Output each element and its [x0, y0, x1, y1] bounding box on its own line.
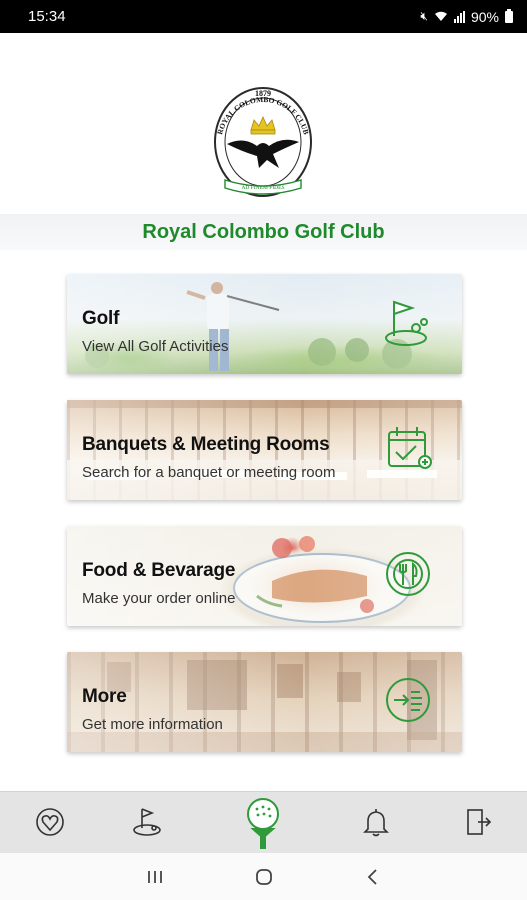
golf-card-title: Golf — [82, 308, 120, 329]
banquets-card-title: Banquets & Meeting Rooms — [82, 434, 330, 455]
svg-text:AD FINEM FIDES: AD FINEM FIDES — [241, 185, 284, 191]
golf-card[interactable]: Golf View All Golf Activities — [67, 274, 462, 374]
back-icon[interactable] — [358, 862, 388, 892]
club-logo: 1879 ROYAL COLOMBO GOLF CLUB AD FINEM FI… — [207, 82, 319, 200]
battery-level: 90% — [470, 8, 499, 25]
banquets-card[interactable]: Banquets & Meeting Rooms Search for a ba… — [67, 400, 462, 500]
food-card-subtitle: Make your order online — [82, 590, 236, 607]
page-title: Royal Colombo Golf Club — [142, 220, 385, 243]
status-icons: 🔇︎ 90% — [420, 8, 513, 25]
mute-icon: 🔇︎ — [420, 9, 428, 23]
food-card-title: Food & Bevarage — [82, 560, 236, 581]
banquets-card-subtitle: Search for a banquet or meeting room — [82, 464, 336, 481]
golf-ball-tee-icon[interactable] — [244, 798, 282, 850]
signal-icon — [453, 10, 465, 23]
food-card[interactable]: Food & Bevarage Make your order online — [67, 526, 462, 626]
club-title-band: Royal Colombo Golf Club — [0, 214, 527, 250]
more-card-title: More — [82, 686, 127, 707]
heart-badge-icon[interactable] — [34, 806, 66, 838]
home-icon[interactable] — [249, 862, 279, 892]
golf-putt-icon[interactable] — [132, 806, 164, 838]
wifi-icon — [434, 9, 448, 25]
golf-card-subtitle: View All Golf Activities — [82, 338, 229, 355]
bell-icon[interactable] — [360, 806, 392, 838]
status-bar: 15:34 🔇︎ 90% — [0, 0, 527, 33]
recent-apps-icon[interactable] — [140, 862, 170, 892]
logout-icon[interactable] — [462, 806, 494, 838]
menu-arrow-icon — [384, 674, 434, 726]
calendar-check-icon — [384, 422, 434, 474]
status-time: 15:34 — [28, 8, 66, 25]
golf-flag-icon — [384, 296, 434, 348]
battery-icon — [505, 8, 513, 23]
more-card-subtitle: Get more information — [82, 716, 223, 733]
system-nav-bar — [0, 853, 527, 900]
fork-knife-plate-icon — [384, 548, 434, 600]
more-card[interactable]: More Get more information — [67, 652, 462, 752]
